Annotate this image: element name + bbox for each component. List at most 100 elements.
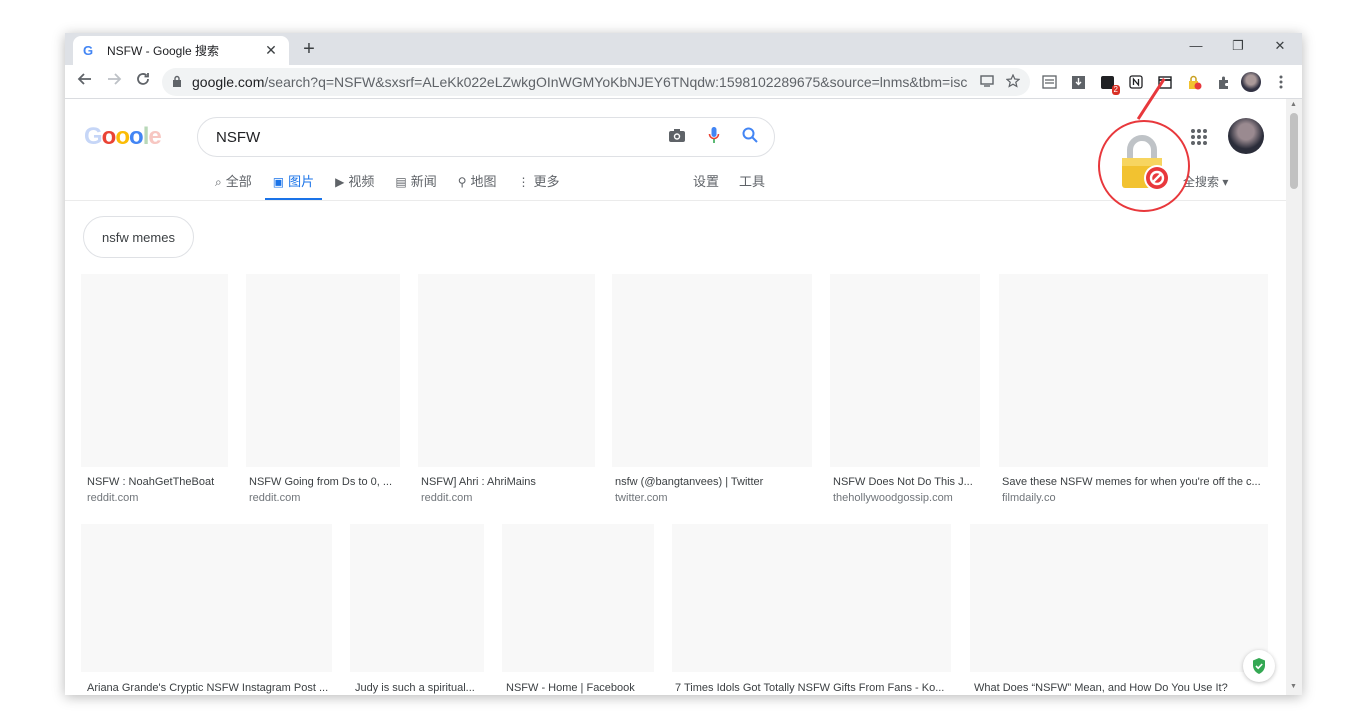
logo-letter: G xyxy=(84,123,103,150)
tab-videos[interactable]: ▶ 视频 xyxy=(335,169,374,201)
notion-extension-icon[interactable] xyxy=(1128,74,1144,90)
lock-icon xyxy=(172,75,182,90)
forward-icon[interactable] xyxy=(103,71,125,93)
result-source: reddit.com xyxy=(87,492,139,504)
tab-more[interactable]: ⋮ 更多 xyxy=(518,169,560,201)
url-text: google.com/search?q=NSFW&sxsrf=ALeKk022e… xyxy=(192,74,968,90)
related-search-chip[interactable]: nsfw memes xyxy=(83,216,194,258)
browser-tab[interactable]: G NSFW - Google 搜索 ✕ xyxy=(73,36,289,65)
account-avatar[interactable] xyxy=(1228,118,1264,154)
google-favicon-icon: G xyxy=(83,43,94,58)
result-title[interactable]: NSFW Going from Ds to 0, ... xyxy=(249,476,392,488)
search-tools: 设置 工具 xyxy=(693,169,785,201)
new-tab-button[interactable]: + xyxy=(299,39,319,59)
search-input[interactable]: NSFW xyxy=(216,129,646,146)
result-title[interactable]: What Does “NSFW” Mean, and How Do You Us… xyxy=(974,682,1228,694)
tab-images[interactable]: ▣ 图片 xyxy=(264,169,323,201)
image-result-thumbnail[interactable] xyxy=(672,524,951,672)
more-vert-icon: ⋮ xyxy=(517,175,530,189)
scrollbar-thumb[interactable] xyxy=(1290,113,1298,189)
mic-icon[interactable] xyxy=(708,126,720,148)
blocker-extension-icon[interactable] xyxy=(1186,74,1202,90)
tab-label: 图片 xyxy=(288,174,315,189)
video-tab-icon: ▶ xyxy=(335,175,345,189)
result-source: thehollywoodgossip.com xyxy=(833,492,953,504)
logo-letter: e xyxy=(148,123,161,150)
image-result-thumbnail[interactable] xyxy=(246,274,400,467)
reader-extension-icon[interactable] xyxy=(1041,74,1057,90)
camera-icon[interactable] xyxy=(668,128,686,147)
image-result-thumbnail[interactable] xyxy=(81,274,228,467)
cast-icon[interactable] xyxy=(980,74,994,90)
search-tabs: ⌕ 全部 ▣ 图片 ▶ 视频 ▤ 新闻 ⚲ 地图 ⋮ 更多 xyxy=(215,169,581,201)
scroll-up-icon[interactable]: ▲ xyxy=(1290,101,1297,108)
result-title[interactable]: NSFW - Home | Facebook xyxy=(506,682,635,694)
apps-icon[interactable] xyxy=(1191,129,1207,145)
safesearch-dropdown[interactable]: 全搜索 ▾ xyxy=(1183,173,1228,190)
chrome-menu-icon[interactable] xyxy=(1273,74,1289,90)
result-source: twitter.com xyxy=(615,492,668,504)
tab-title: NSFW - Google 搜索 xyxy=(107,44,220,58)
tab-label: 地图 xyxy=(470,174,497,189)
tab-maps[interactable]: ⚲ 地图 xyxy=(458,169,497,201)
tab-label: 全部 xyxy=(225,174,252,189)
tab-label: 新闻 xyxy=(410,174,437,189)
page-scrollbar[interactable]: ▲ ▼ xyxy=(1286,99,1302,695)
settings-link[interactable]: 设置 xyxy=(693,169,719,201)
padlock-blocked-icon xyxy=(1114,132,1176,194)
restore-button[interactable]: ❐ xyxy=(1228,38,1248,54)
shield-check-icon[interactable] xyxy=(1243,650,1275,682)
extension-badge-count: 2 xyxy=(1111,85,1120,95)
result-title[interactable]: Save these NSFW memes for when you're of… xyxy=(1002,476,1261,488)
tab-news[interactable]: ▤ 新闻 xyxy=(395,169,436,201)
search-tab-icon: ⌕ xyxy=(215,175,222,189)
minimize-button[interactable]: — xyxy=(1186,38,1206,53)
header-divider xyxy=(65,200,1286,201)
result-title[interactable]: nsfw (@bangtanvees) | Twitter xyxy=(615,476,763,488)
badge-extension-icon[interactable]: 2 xyxy=(1099,74,1120,95)
result-title[interactable]: NSFW Does Not Do This J... xyxy=(833,476,973,488)
result-title[interactable]: Judy is such a spiritual... xyxy=(355,682,475,694)
result-source: filmdaily.co xyxy=(1002,492,1056,504)
image-result-thumbnail[interactable] xyxy=(830,274,980,467)
result-source: reddit.com xyxy=(421,492,473,504)
tab-strip: G NSFW - Google 搜索 ✕ + — ❐ ✕ xyxy=(65,33,1302,65)
tab-label: 视频 xyxy=(348,174,375,189)
image-result-thumbnail[interactable] xyxy=(350,524,484,672)
close-window-button[interactable]: ✕ xyxy=(1270,38,1290,54)
search-icon[interactable] xyxy=(742,127,758,147)
image-result-thumbnail[interactable] xyxy=(970,524,1268,672)
result-title[interactable]: NSFW] Ahri : AhriMains xyxy=(421,476,536,488)
star-icon[interactable] xyxy=(1005,73,1021,91)
image-result-thumbnail[interactable] xyxy=(999,274,1268,467)
browser-toolbar: google.com/search?q=NSFW&sxsrf=ALeKk022e… xyxy=(65,65,1302,99)
result-title[interactable]: Ariana Grande's Cryptic NSFW Instagram P… xyxy=(87,682,328,694)
result-source: reddit.com xyxy=(249,492,301,504)
logo-letter: o xyxy=(101,123,117,150)
profile-avatar[interactable] xyxy=(1241,72,1261,92)
news-tab-icon: ▤ xyxy=(395,175,407,189)
tab-all[interactable]: ⌕ 全部 xyxy=(215,169,252,201)
reload-icon[interactable] xyxy=(132,71,154,93)
map-pin-icon: ⚲ xyxy=(457,175,467,189)
search-box[interactable]: NSFW xyxy=(197,117,775,157)
result-title[interactable]: NSFW : NoahGetTheBoat xyxy=(87,476,214,488)
back-icon[interactable] xyxy=(74,71,96,93)
scroll-down-icon[interactable]: ▼ xyxy=(1290,683,1297,690)
tab-close-icon[interactable]: ✕ xyxy=(263,42,279,59)
image-result-thumbnail[interactable] xyxy=(612,274,812,467)
image-result-thumbnail[interactable] xyxy=(418,274,595,467)
tab-label: 更多 xyxy=(533,174,560,189)
result-title[interactable]: 7 Times Idols Got Totally NSFW Gifts Fro… xyxy=(675,682,944,694)
download-extension-icon[interactable] xyxy=(1070,74,1086,90)
google-logo[interactable]: Gooole xyxy=(84,123,162,151)
extensions-icon[interactable] xyxy=(1215,74,1231,90)
image-result-thumbnail[interactable] xyxy=(502,524,654,672)
image-result-thumbnail[interactable] xyxy=(81,524,332,672)
image-tab-icon: ▣ xyxy=(272,175,285,189)
url-host: google.com xyxy=(192,74,265,90)
tools-link[interactable]: 工具 xyxy=(739,169,765,201)
logo-letter: o xyxy=(115,123,130,150)
logo-letter: o xyxy=(129,123,144,150)
address-bar[interactable]: google.com/search?q=NSFW&sxsrf=ALeKk022e… xyxy=(162,68,1030,96)
